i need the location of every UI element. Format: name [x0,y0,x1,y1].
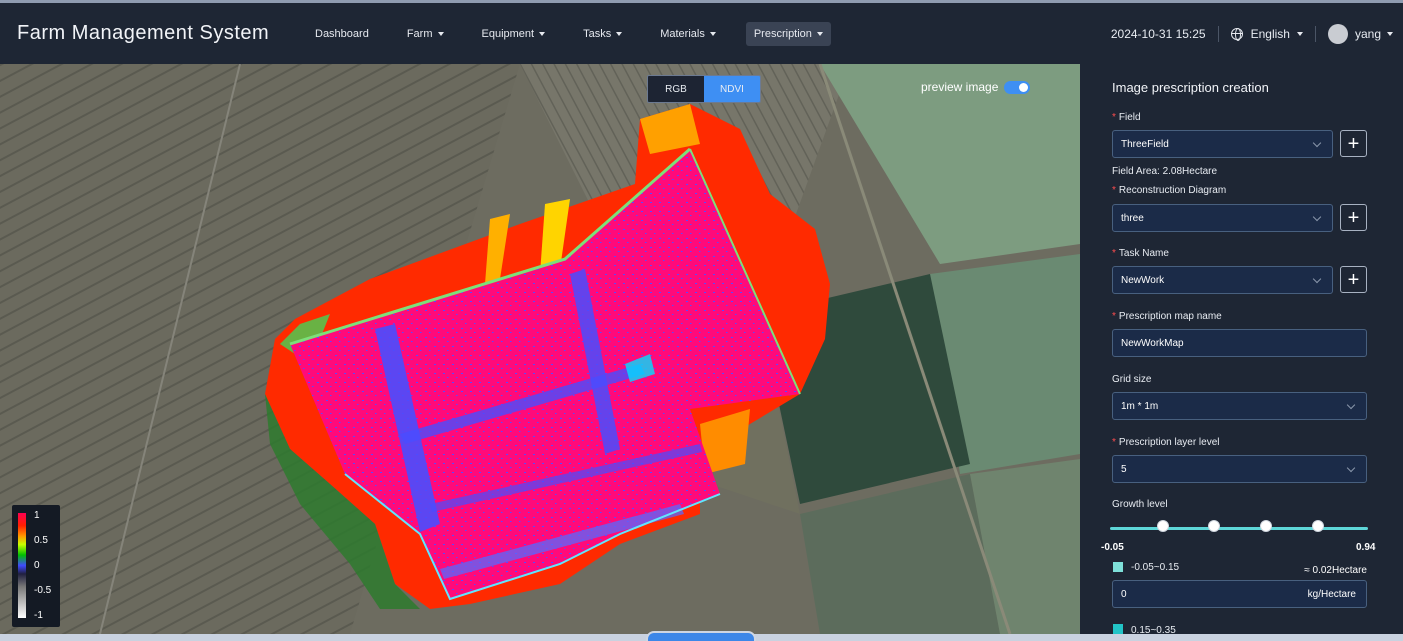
bottom-drawer-handle[interactable] [646,631,756,641]
field-label: * Field [1112,112,1141,123]
caret-down-icon [709,31,716,36]
growth-slider-knob[interactable] [1260,520,1273,532]
growth-slider-knob[interactable] [1208,520,1221,532]
level-area: ≈ 0.02Hectare [1304,565,1367,576]
user-name: yang [1354,26,1381,41]
app-title: Farm Management System [17,22,270,44]
chevron-down-icon [1312,138,1322,148]
growth-slider-knob[interactable] [1156,520,1169,532]
layer-level-select[interactable]: 5 [1112,455,1367,483]
caret-down-icon [816,31,823,36]
nav-dashboard[interactable]: Dashboard [307,22,377,46]
map-view[interactable]: RGB NDVI preview image 1 0.5 0 -0.5 -1 [0,64,1080,634]
level-swatch [1113,562,1123,572]
chevron-down-icon [1312,274,1322,284]
divider [1217,25,1219,42]
mode-rgb-button[interactable]: RGB [648,76,704,102]
growth-slider-knob[interactable] [1311,520,1324,532]
nav-label: Dashboard [315,27,369,40]
app-root: Farm Management System Dashboard Farm Eq… [0,0,1403,641]
nav-tasks[interactable]: Tasks [575,22,630,46]
chevron-down-icon [1312,212,1322,222]
nav-materials[interactable]: Materials [652,22,724,46]
legend-label: -0.5 [34,585,52,596]
legend-label: 0 [34,560,40,571]
level-range: -0.05~0.15 [1131,562,1180,573]
map-name-input[interactable]: NewWorkMap [1112,329,1367,357]
level-rate-input[interactable]: 0 kg/Hectare [1112,580,1367,608]
nav-label: Materials [660,27,705,40]
language-label: English [1250,26,1290,41]
map-canvas [0,64,1080,634]
preview-toggle-switch[interactable] [1004,80,1031,94]
preview-image-control: preview image [921,80,1031,94]
chevron-down-icon [1346,463,1356,473]
nav-farm[interactable]: Farm [399,22,452,46]
grid-size-label: Grid size [1112,374,1152,385]
grid-size-select[interactable]: 1m * 1m [1112,392,1367,420]
caret-down-icon [1387,31,1393,36]
main-nav: Dashboard Farm Equipment Tasks Materials… [307,21,831,46]
layer-level-label: * Prescription layer level [1112,437,1220,448]
nav-label: Prescription [753,27,812,40]
add-field-button[interactable]: + [1340,130,1367,157]
caret-down-icon [1296,31,1303,36]
mode-ndvi-button[interactable]: NDVI [704,76,760,102]
reconstruction-select[interactable]: three [1112,204,1333,232]
prescription-panel: Image prescription creation * Field Three… [1080,64,1403,634]
top-bar: Farm Management System Dashboard Farm Eq… [0,0,1403,64]
reconstruction-label: * Reconstruction Diagram [1112,185,1227,196]
add-reconstruction-button[interactable]: + [1340,204,1367,231]
field-area: Field Area: 2.08Hectare [1112,166,1218,177]
task-label: * Task Name [1112,248,1169,259]
caret-down-icon [539,31,546,36]
chevron-down-icon [1346,400,1356,410]
legend-label: 1 [34,510,40,521]
divider [1314,25,1316,42]
nav-label: Equipment [481,27,535,40]
caret-down-icon [437,31,444,36]
caret-down-icon [616,31,623,36]
level-swatch [1113,624,1123,634]
nav-label: Tasks [583,27,612,40]
field-select[interactable]: ThreeField [1112,130,1333,158]
globe-icon [1230,27,1243,41]
legend-label: 0.5 [34,535,48,546]
growth-max: 0.94 [1356,542,1376,553]
datetime: 2024-10-31 15:25 [1110,26,1206,41]
map-name-label: * Prescription map name [1112,311,1222,322]
nav-equipment[interactable]: Equipment [474,22,554,46]
growth-level-label: Growth level [1112,499,1168,510]
nav-label: Farm [406,27,433,40]
ndvi-legend: 1 0.5 0 -0.5 -1 [12,505,60,627]
legend-label: -1 [34,610,43,621]
user-menu[interactable]: yang [1327,23,1393,44]
language-selector[interactable]: English [1230,26,1303,41]
nav-prescription[interactable]: Prescription [745,21,831,46]
growth-slider-track[interactable] [1110,527,1368,530]
header-right: 2024-10-31 15:25 English yang [1111,3,1393,64]
avatar [1327,23,1348,44]
level-range: 0.15~0.35 [1131,625,1176,634]
panel-title: Image prescription creation [1112,80,1269,95]
legend-color-bar [18,513,26,618]
task-select[interactable]: NewWork [1112,266,1333,294]
add-task-button[interactable]: + [1340,266,1367,293]
image-mode-toggle: RGB NDVI [647,75,761,103]
growth-min: -0.05 [1101,542,1124,553]
preview-label: preview image [921,80,999,94]
